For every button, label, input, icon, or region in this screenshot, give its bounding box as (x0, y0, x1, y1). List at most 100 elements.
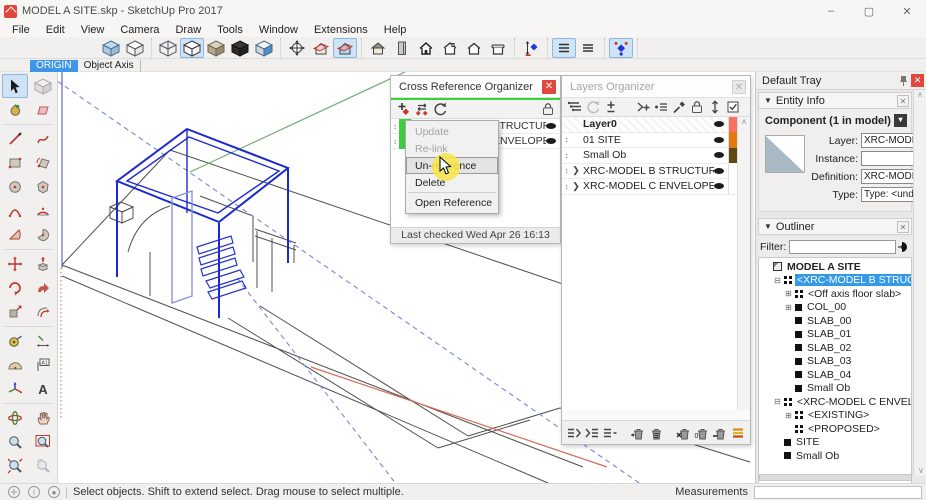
pin-icon[interactable] (899, 75, 908, 86)
flat-roof-house-button[interactable] (486, 38, 510, 58)
outliner-item[interactable]: Small Ob (759, 449, 911, 463)
menu-edit[interactable]: Edit (38, 24, 73, 36)
tray-header[interactable]: Default Tray ✕ (756, 72, 926, 90)
make-component-tool-button[interactable] (30, 74, 56, 98)
pan-tool-button[interactable] (30, 406, 56, 430)
menu-camera[interactable]: Camera (112, 24, 167, 36)
wireframe-style-button[interactable] (156, 38, 180, 58)
section-plane-button[interactable] (285, 38, 309, 58)
scene-tab-object-axis[interactable]: Object Axis (78, 60, 141, 72)
drag-handle-icon[interactable]: ↕ (562, 151, 571, 160)
arc-tool-button[interactable] (2, 199, 28, 223)
lock-button[interactable] (688, 99, 706, 115)
outliner-item[interactable]: ⊞COL_00 (759, 301, 911, 315)
outliner-item[interactable]: SLAB_03 (759, 355, 911, 369)
house-shaded-button[interactable] (366, 38, 390, 58)
outliner-item[interactable]: SLAB_00 (759, 314, 911, 328)
sign-in-icon[interactable]: ● (48, 486, 60, 498)
eye-icon[interactable] (546, 138, 556, 144)
color-stack-button[interactable] (729, 425, 747, 441)
house-chimney-button[interactable] (438, 38, 462, 58)
minimize-button[interactable]: – (812, 0, 850, 22)
layers-dialog-titlebar[interactable]: Layers Organizer ✕ (562, 76, 750, 98)
eye-icon[interactable] (714, 168, 724, 174)
three-d-text-tool-button[interactable]: A (30, 377, 56, 401)
scene-tab-origin[interactable]: ORIGIN (30, 60, 78, 72)
hidden-line-style-button[interactable] (180, 38, 204, 58)
eye-icon[interactable] (714, 121, 724, 127)
outliner-item[interactable]: MODEL A SITE (759, 260, 911, 274)
back-edges-button[interactable] (123, 38, 147, 58)
outliner-item[interactable]: ⊟<XRC-MODEL B STRUCTURE> (759, 274, 911, 288)
layer-cascade-button[interactable] (566, 99, 584, 115)
menu-help[interactable]: Help (376, 24, 415, 36)
freehand-tool-button[interactable] (30, 127, 56, 151)
expand-chevron-icon[interactable]: ❯ (571, 181, 581, 192)
shaded-textures-style-button[interactable] (228, 38, 252, 58)
checkbox-button[interactable] (724, 99, 742, 115)
expand-toggle-icon[interactable]: ⊞ (783, 289, 794, 298)
outliner-item[interactable]: ⊟<XRC-MODEL C ENVELOPE> (759, 395, 911, 409)
plus-minus-button[interactable] (602, 99, 620, 115)
instructor-icon[interactable]: i (28, 486, 40, 498)
drag-handle-icon[interactable]: ↕ (562, 135, 571, 144)
tape-measure-tool-button[interactable] (2, 329, 28, 353)
outliner-item[interactable]: SLAB_02 (759, 341, 911, 355)
zoom-extents-tool-button[interactable] (2, 454, 28, 478)
close-button[interactable]: ✕ (888, 0, 926, 22)
dimension-tool-button[interactable] (30, 329, 56, 353)
refresh-button[interactable] (431, 101, 449, 117)
outliner-item[interactable]: Small Ob (759, 382, 911, 396)
outliner-item[interactable]: ⊞<Off axis floor slab> (759, 287, 911, 301)
axis-updown-diamond-button[interactable] (519, 38, 543, 58)
menu-tools[interactable]: Tools (209, 24, 251, 36)
filter-input[interactable] (789, 240, 896, 254)
entity-info-header[interactable]: ▼ Entity Info ✕ (758, 92, 912, 109)
layer-row[interactable]: ↕❯XRC-MODEL B STRUCTURE (562, 164, 750, 180)
expand-toggle-icon[interactable]: ⊞ (783, 411, 794, 420)
toggle-details-icon[interactable]: ▾ (894, 114, 907, 127)
trash-zero-button[interactable]: 0 (693, 425, 711, 441)
menu-draw[interactable]: Draw (167, 24, 209, 36)
offset-tool-button[interactable] (30, 300, 56, 324)
list-lines-button[interactable] (576, 38, 600, 58)
list-minus-button[interactable] (601, 425, 619, 441)
updown-button[interactable] (706, 99, 724, 115)
text-tool-button[interactable]: A1 (30, 353, 56, 377)
eyedropper-button[interactable] (670, 99, 688, 115)
follow-me-tool-button[interactable] (30, 276, 56, 300)
axes-tool-button[interactable] (2, 377, 28, 401)
outliner-item[interactable]: ⊞<EXISTING> (759, 409, 911, 423)
component-prism-button[interactable] (390, 38, 414, 58)
tray-scrollbar[interactable]: ∧∨ (913, 90, 926, 476)
monochrome-style-button[interactable] (252, 38, 276, 58)
add-reference-button[interactable] (395, 101, 413, 117)
arrow-plus-button[interactable] (634, 99, 652, 115)
scale-tool-button[interactable] (2, 300, 28, 324)
entity-info-close-icon[interactable]: ✕ (897, 95, 909, 107)
eye-icon[interactable] (714, 137, 724, 143)
previous-view-tool-button[interactable] (30, 454, 56, 478)
drag-handle-icon[interactable]: ↕ (562, 182, 571, 191)
swap-reference-button[interactable] (413, 101, 431, 117)
menu-window[interactable]: Window (251, 24, 306, 36)
protractor-tool-button[interactable] (2, 353, 28, 377)
tray-horizontal-scrollbar[interactable] (759, 474, 912, 481)
xref-close-icon[interactable]: ✕ (542, 80, 556, 94)
cross-reference-diamond-button[interactable] (609, 38, 633, 58)
xref-dialog-titlebar[interactable]: Cross Reference Organizer ✕ (391, 76, 560, 98)
rectangle-tool-button[interactable] (2, 151, 28, 175)
dot-list-button[interactable] (652, 99, 670, 115)
context-menu-item-open-reference[interactable]: Open Reference (406, 194, 498, 211)
list-arrow-right-button[interactable] (565, 425, 583, 441)
menu-extensions[interactable]: Extensions (306, 24, 376, 36)
expand-chevron-icon[interactable]: ❯ (571, 165, 581, 176)
xray-mode-button[interactable] (99, 38, 123, 58)
trash-minus-button[interactable] (711, 425, 729, 441)
home-solid-button[interactable] (414, 38, 438, 58)
outliner-item[interactable]: SLAB_04 (759, 368, 911, 382)
eye-icon[interactable] (714, 183, 724, 189)
layers-close-icon[interactable]: ✕ (732, 80, 746, 94)
maximize-button[interactable]: ▢ (850, 0, 888, 22)
layer-row[interactable]: Layer0 (562, 117, 750, 133)
